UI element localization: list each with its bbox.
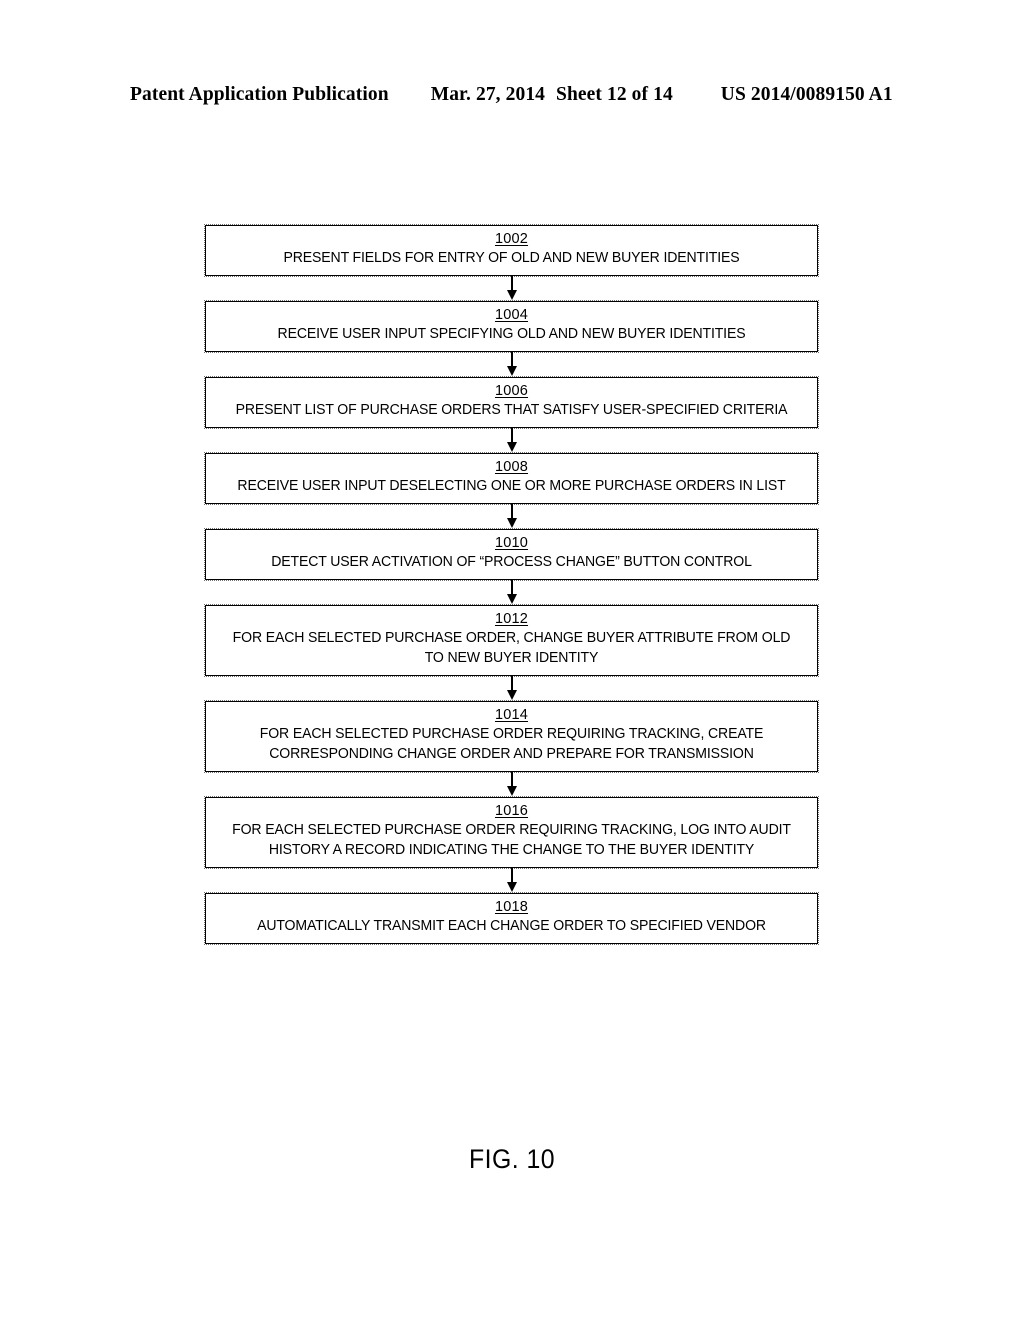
connector-arrow-1008-1010 (205, 504, 818, 529)
step-reference-number: 1010 (494, 535, 529, 551)
arrow-head-icon (506, 518, 517, 528)
flowchart-step-1010: 1010 DETECT USER ACTIVATION OF “PROCESS … (204, 528, 819, 581)
step-reference-number: 1014 (494, 707, 529, 723)
step-description: PRESENT LIST OF PURCHASE ORDERS THAT SAT… (235, 402, 788, 418)
connector-arrow-1002-1004 (205, 276, 818, 301)
arrow-head-icon (506, 290, 517, 300)
connector-arrow-1004-1006 (205, 352, 818, 377)
header-publication-label: Patent Application Publication (130, 84, 389, 105)
arrow-head-icon (506, 786, 517, 796)
flowchart-step-1016: 1016 FOR EACH SELECTED PURCHASE ORDER RE… (204, 796, 819, 869)
header-sheet-label: Sheet 12 of 14 (556, 84, 673, 105)
step-reference-number: 1004 (494, 307, 529, 323)
flowchart-step-1002: 1002 PRESENT FIELDS FOR ENTRY OF OLD AND… (204, 224, 819, 277)
step-reference-number: 1006 (494, 383, 529, 399)
step-reference-number: 1018 (494, 899, 529, 915)
step-description: FOR EACH SELECTED PURCHASE ORDER REQUIRI… (259, 726, 764, 762)
flowchart-step-1014: 1014 FOR EACH SELECTED PURCHASE ORDER RE… (204, 700, 819, 773)
figure-caption: FIG. 10 (468, 1144, 556, 1174)
connector-arrow-1016-1018 (205, 868, 818, 893)
step-reference-number: 1008 (494, 459, 529, 475)
step-description: DETECT USER ACTIVATION OF “PROCESS CHANG… (271, 554, 752, 570)
arrow-head-icon (506, 442, 517, 452)
step-reference-number: 1016 (494, 803, 529, 819)
step-description: PRESENT FIELDS FOR ENTRY OF OLD AND NEW … (283, 250, 740, 266)
connector-arrow-1014-1016 (205, 772, 818, 797)
flowchart-step-1012: 1012 FOR EACH SELECTED PURCHASE ORDER, C… (204, 604, 819, 677)
page-header: Patent Application Publication Mar. 27, … (130, 84, 893, 110)
arrow-head-icon (506, 690, 517, 700)
flowchart-step-1006: 1006 PRESENT LIST OF PURCHASE ORDERS THA… (204, 376, 819, 429)
step-reference-number: 1002 (494, 231, 529, 247)
connector-arrow-1012-1014 (205, 676, 818, 701)
flowchart-step-1004: 1004 RECEIVE USER INPUT SPECIFYING OLD A… (204, 300, 819, 353)
connector-arrow-1010-1012 (205, 580, 818, 605)
step-description: FOR EACH SELECTED PURCHASE ORDER, CHANGE… (232, 630, 791, 666)
connector-arrow-1006-1008 (205, 428, 818, 453)
arrow-head-icon (506, 366, 517, 376)
flowchart-step-1008: 1008 RECEIVE USER INPUT DESELECTING ONE … (204, 452, 819, 505)
step-reference-number: 1012 (494, 611, 529, 627)
step-description: AUTOMATICALLY TRANSMIT EACH CHANGE ORDER… (257, 918, 766, 934)
step-description: FOR EACH SELECTED PURCHASE ORDER REQUIRI… (232, 822, 791, 858)
header-date-label: Mar. 27, 2014 (430, 84, 546, 105)
arrow-head-icon (506, 882, 517, 892)
flowchart-diagram: 1002 PRESENT FIELDS FOR ENTRY OF OLD AND… (204, 224, 819, 945)
flowchart-step-1018: 1018 AUTOMATICALLY TRANSMIT EACH CHANGE … (204, 892, 819, 945)
step-description: RECEIVE USER INPUT DESELECTING ONE OR MO… (237, 478, 786, 494)
header-patent-number: US 2014/0089150 A1 (720, 84, 893, 105)
step-description: RECEIVE USER INPUT SPECIFYING OLD AND NE… (277, 326, 746, 342)
arrow-head-icon (506, 594, 517, 604)
